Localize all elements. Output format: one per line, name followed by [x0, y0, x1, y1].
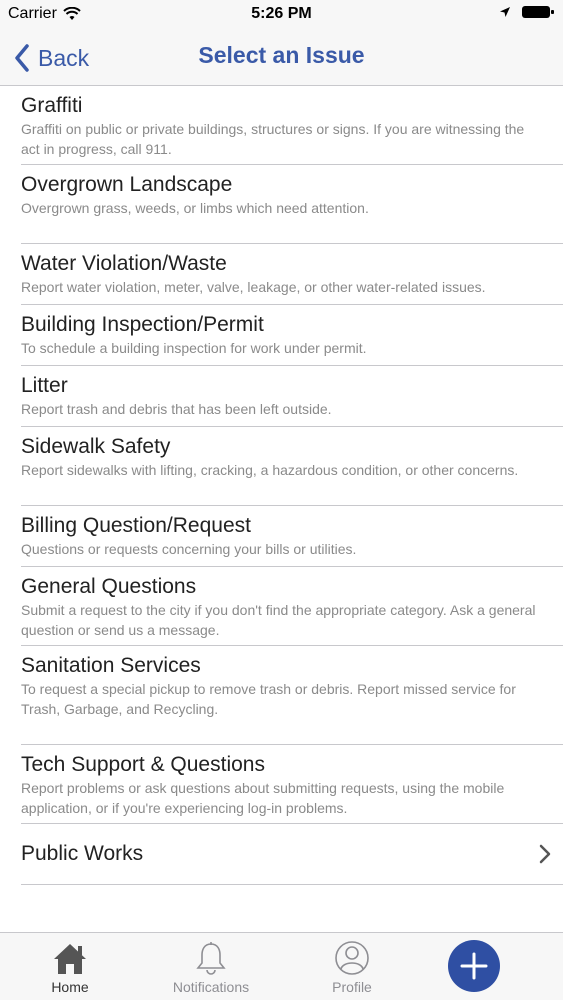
add-request-button[interactable] [448, 940, 500, 992]
clock: 5:26 PM [251, 5, 312, 22]
location-arrow-icon [500, 7, 510, 17]
tab-label: Profile [332, 979, 372, 995]
issue-description: Graffiti on public or private buildings,… [21, 121, 525, 157]
issue-title: Sanitation Services [21, 654, 201, 677]
issue-row-general-questions[interactable]: General Questions Submit a request to th… [21, 567, 563, 646]
issue-row-sidewalk-safety[interactable]: Sidewalk Safety Report sidewalks with li… [21, 427, 563, 506]
issue-title: Graffiti [21, 94, 83, 117]
issue-description: Questions or requests concerning your bi… [21, 541, 357, 557]
issue-row-water-violation[interactable]: Water Violation/Waste Report water viola… [21, 244, 563, 305]
tab-notifications[interactable]: Notifications [156, 933, 266, 1001]
issue-list: Graffiti Graffiti on public or private b… [0, 87, 563, 885]
issue-title: Litter [21, 374, 68, 397]
profile-icon [335, 941, 369, 975]
issue-description: Submit a request to the city if you don'… [21, 602, 536, 638]
issue-description: Report problems or ask questions about s… [21, 780, 505, 816]
tab-label: Notifications [172, 979, 250, 995]
issue-title: Sidewalk Safety [21, 435, 171, 458]
issue-row-sanitation-services[interactable]: Sanitation Services To request a special… [21, 646, 563, 745]
issue-row-overgrown-landscape[interactable]: Overgrown Landscape Overgrown grass, wee… [21, 165, 563, 244]
bell-icon [196, 942, 226, 975]
issue-description: Overgrown grass, weeds, or limbs which n… [21, 200, 369, 216]
issue-title: Overgrown Landscape [21, 173, 233, 196]
issue-description: Report sidewalks with lifting, cracking,… [21, 462, 519, 478]
home-icon [54, 944, 86, 974]
issue-title: Public Works [21, 842, 144, 865]
issue-row-building-inspection[interactable]: Building Inspection/Permit To schedule a… [21, 305, 563, 366]
navigation-bar: Back Select an Issue [0, 30, 563, 86]
issue-description: To request a special pickup to remove tr… [21, 681, 516, 717]
chevron-right-icon [539, 844, 551, 864]
issue-title: General Questions [21, 575, 197, 598]
issue-row-billing-question[interactable]: Billing Question/Request Questions or re… [21, 506, 563, 567]
page-title: Select an Issue [198, 42, 365, 68]
battery-icon [522, 6, 554, 18]
issue-description: To schedule a building inspection for wo… [21, 340, 367, 356]
issue-title: Billing Question/Request [21, 514, 251, 537]
tab-home[interactable]: Home [15, 933, 125, 1001]
issue-row-public-works[interactable]: Public Works [21, 824, 563, 885]
issue-title: Tech Support & Questions [21, 753, 265, 776]
issue-title: Water Violation/Waste [21, 252, 227, 275]
issue-row-litter[interactable]: Litter Report trash and debris that has … [21, 366, 563, 427]
issue-description: Report trash and debris that has been le… [21, 401, 332, 417]
issue-description: Report water violation, meter, valve, le… [21, 279, 486, 295]
tab-label: Home [51, 979, 89, 995]
issue-row-tech-support[interactable]: Tech Support & Questions Report problems… [21, 745, 563, 824]
issue-row-graffiti[interactable]: Graffiti Graffiti on public or private b… [21, 87, 563, 165]
issue-title: Building Inspection/Permit [21, 313, 264, 336]
status-right [499, 4, 555, 20]
tab-profile[interactable]: Profile [297, 933, 407, 1001]
status-bar: Carrier 5:26 PM [0, 0, 563, 30]
plus-icon [460, 952, 488, 980]
